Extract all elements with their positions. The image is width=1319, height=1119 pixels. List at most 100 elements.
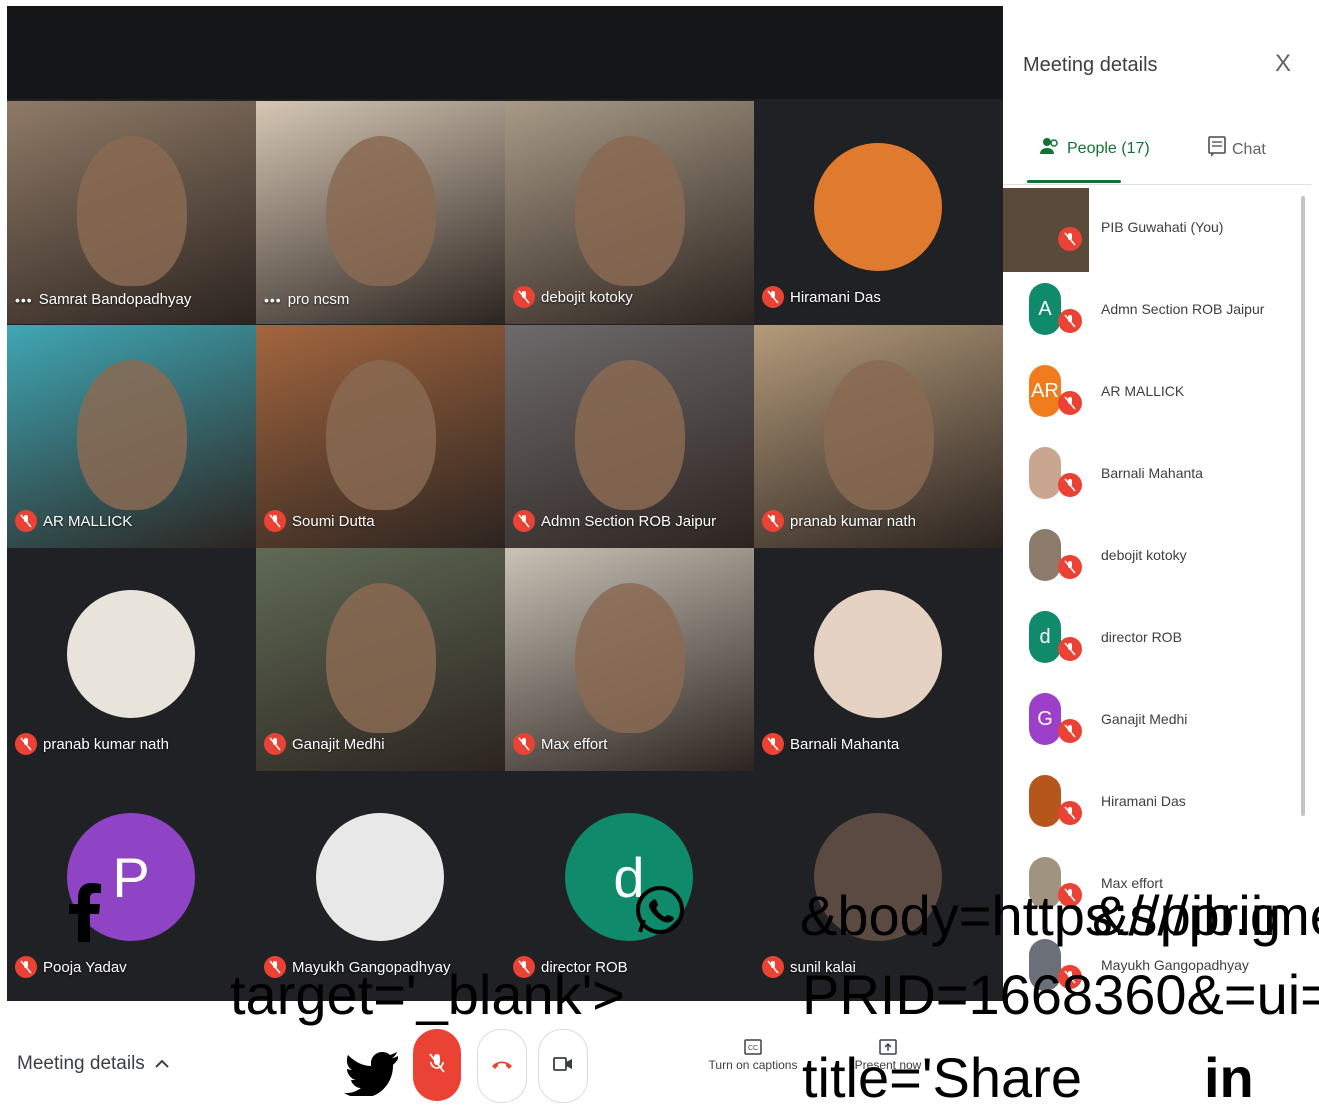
participant-name: Max effort [541, 735, 608, 753]
mic-off-icon [513, 510, 535, 532]
leave-call-button[interactable] [477, 1029, 527, 1103]
facebook-icon[interactable] [64, 878, 104, 947]
share-url-text-2: &s//priimeg [1092, 884, 1319, 947]
participant-name: Soumi Dutta [292, 512, 375, 530]
share-target-text: target='_blank'> [230, 963, 626, 1026]
participant-face [326, 136, 436, 286]
tab-people-label: People (17) [1067, 139, 1150, 157]
participant-tile[interactable]: ••• Samrat Bandopadhyay [7, 101, 256, 324]
participant-avatar [67, 590, 195, 718]
captions-button[interactable]: CC Turn on captions [707, 1039, 799, 1072]
tab-people[interactable]: People (17) [1039, 136, 1150, 161]
participant-tile[interactable]: Barnali Mahanta [754, 548, 1003, 771]
top-bar [7, 6, 1003, 99]
participant-list-item[interactable]: PIB Guwahati (You) [1003, 191, 1303, 273]
participant-tile[interactable]: AR MALLICK [7, 325, 256, 548]
participant-tile[interactable]: debojit kotoky [505, 101, 754, 324]
participant-face [575, 136, 685, 286]
participant-tile[interactable]: Mayukh Gangopadhyay [256, 771, 505, 994]
camera-button[interactable] [538, 1029, 588, 1103]
participant-name: Pooja Yadav [43, 958, 127, 976]
participant-list-item[interactable]: G Ganajit Medhi [1003, 683, 1303, 765]
meeting-details-panel: Meeting details X People (17) Chat PIB G… [1003, 6, 1311, 1073]
mic-off-icon [1058, 309, 1082, 333]
captions-label: Turn on captions [708, 1058, 798, 1072]
participant-face [575, 360, 685, 510]
mic-off-icon [762, 286, 784, 308]
mic-off-icon [264, 510, 286, 532]
participant-name: Samrat Bandopadhyay [38, 291, 192, 308]
participant-label: Hiramani Das [762, 286, 881, 308]
participant-avatar: d [1029, 611, 1061, 663]
participant-avatar [814, 590, 942, 718]
scrollbar[interactable] [1301, 196, 1305, 816]
participant-avatar [814, 143, 942, 271]
mic-off-icon [1058, 227, 1082, 251]
participant-label: Soumi Dutta [264, 510, 375, 532]
participant-list-item[interactable]: d director ROB [1003, 601, 1303, 683]
cc-icon: CC [707, 1039, 799, 1058]
twitter-icon[interactable] [344, 1050, 400, 1101]
share-title-text: title='Share [802, 1046, 1082, 1109]
participant-list-name: PIB Guwahati (You) [1101, 219, 1224, 235]
participant-name: pro ncsm [287, 291, 350, 308]
participant-list-name: Hiramani Das [1101, 793, 1186, 809]
participant-list-item[interactable]: AR AR MALLICK [1003, 355, 1303, 437]
mic-off-icon [1058, 719, 1082, 743]
mic-off-icon [1058, 555, 1082, 579]
tab-chat[interactable]: Chat [1208, 136, 1266, 163]
whatsapp-icon[interactable] [634, 884, 686, 941]
participant-label: Admn Section ROB Jaipur [513, 510, 716, 532]
participant-face [824, 360, 934, 510]
linkedin-icon[interactable]: in [1204, 1050, 1254, 1106]
participant-name: Ganajit Medhi [292, 735, 385, 753]
tab-chat-label: Chat [1232, 140, 1266, 158]
close-button[interactable]: X [1275, 50, 1291, 78]
participant-tile[interactable]: Admn Section ROB Jaipur [505, 325, 754, 548]
participant-face [77, 136, 187, 286]
participant-name: pranab kumar nath [43, 735, 169, 753]
mic-off-icon [15, 956, 37, 978]
participant-tile[interactable]: ••• pro ncsm [256, 101, 505, 324]
participant-list-item[interactable]: Hiramani Das [1003, 765, 1303, 847]
participant-name: debojit kotoky [541, 288, 633, 306]
participant-list-name: Admn Section ROB Jaipur [1101, 301, 1265, 317]
participant-tile[interactable]: Ganajit Medhi [256, 548, 505, 771]
mic-off-icon [1058, 801, 1082, 825]
participant-tile[interactable]: sunil kalai [754, 771, 1003, 994]
participant-tile[interactable]: pranab kumar nath [7, 548, 256, 771]
participant-face [77, 360, 187, 510]
participant-label: Pooja Yadav [15, 956, 127, 978]
participant-tile[interactable]: Hiramani Das [754, 101, 1003, 324]
participant-avatar: G [1029, 693, 1061, 745]
people-icon [1039, 136, 1061, 161]
participant-avatar [316, 813, 444, 941]
tab-indicator [1027, 180, 1121, 183]
mic-off-icon [513, 733, 535, 755]
meeting-details-toggle[interactable]: Meeting details [17, 1053, 169, 1075]
camera-icon [552, 1056, 574, 1077]
participant-tile[interactable]: pranab kumar nath [754, 325, 1003, 548]
participant-avatar: A [1029, 283, 1061, 335]
divider [1003, 184, 1311, 185]
mic-off-icon [762, 733, 784, 755]
mic-off-icon [762, 510, 784, 532]
participant-list-name: Ganajit Medhi [1101, 711, 1188, 727]
mic-off-button[interactable] [413, 1029, 461, 1101]
participant-avatar: AR [1029, 365, 1061, 417]
participant-tile[interactable]: Max effort [505, 548, 754, 771]
participant-tile[interactable]: P Pooja Yadav [7, 771, 256, 994]
participant-avatar [1029, 447, 1061, 499]
participant-name: Admn Section ROB Jaipur [541, 512, 717, 530]
participant-list-item[interactable]: debojit kotoky [1003, 519, 1303, 601]
svg-text:CC: CC [748, 1045, 758, 1052]
participant-list-item[interactable]: Barnali Mahanta [1003, 437, 1303, 519]
participant-list-name: Barnali Mahanta [1101, 465, 1203, 481]
participant-label: ••• pro ncsm [264, 291, 349, 308]
participant-tile[interactable]: d director ROB [505, 771, 754, 994]
meet-window: ••• Samrat Bandopadhyay ••• pro ncsm debojit… [7, 6, 1311, 1119]
participant-list-item[interactable]: A Admn Section ROB Jaipur [1003, 273, 1303, 355]
participant-tile[interactable]: Soumi Dutta [256, 325, 505, 548]
mic-off-icon [428, 1052, 446, 1079]
mic-off-icon [15, 510, 37, 532]
